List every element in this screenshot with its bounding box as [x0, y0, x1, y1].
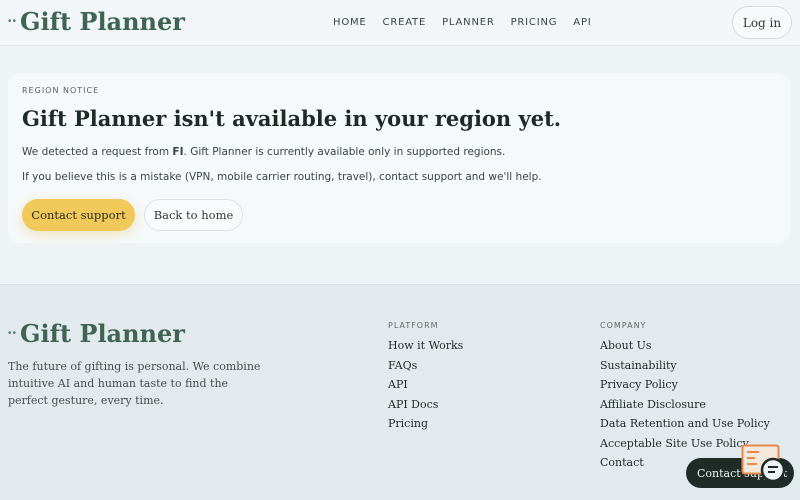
contact-support-button[interactable]: Contact support [22, 199, 135, 231]
notice-detected-suffix: . Gift Planner is currently available on… [183, 146, 506, 158]
notice-kicker: REGION NOTICE [22, 86, 100, 95]
footer-link-api-docs[interactable]: API Docs [388, 395, 463, 415]
site-footer: •• Gift Planner The future of gifting is… [0, 284, 800, 500]
footer-description: The future of gifting is personal. We co… [8, 360, 261, 407]
footer-company-heading: COMPANY [600, 321, 647, 330]
footer-link-data-retention[interactable]: Data Retention and Use Policy [600, 414, 770, 434]
logo-dots-icon: •• [8, 16, 18, 27]
main-nav: HOME CREATE PLANNER PRICING API [333, 17, 608, 28]
notice-detected-prefix: We detected a request from [22, 146, 173, 158]
footer-logo[interactable]: •• Gift Planner [8, 319, 185, 348]
footer-link-about-us[interactable]: About Us [600, 336, 770, 356]
nav-pricing[interactable]: PRICING [511, 17, 558, 28]
nav-home[interactable]: HOME [333, 17, 367, 28]
footer-logo-dots-icon: •• [8, 328, 18, 339]
footer-link-privacy-policy[interactable]: Privacy Policy [600, 375, 770, 395]
login-button[interactable]: Log in [732, 6, 792, 39]
footer-link-affiliate-disclosure[interactable]: Affiliate Disclosure [600, 395, 770, 415]
footer-platform-column: PLATFORM How it Works FAQs API API Docs … [388, 321, 463, 434]
notice-detected-text: We detected a request from FI. Gift Plan… [22, 146, 505, 158]
footer-link-sustainability[interactable]: Sustainability [600, 356, 770, 376]
footer-platform-heading: PLATFORM [388, 321, 439, 330]
site-header: •• Gift Planner HOME CREATE PLANNER PRIC… [0, 0, 800, 46]
footer-link-how-it-works[interactable]: How it Works [388, 336, 463, 356]
back-to-home-button[interactable]: Back to home [144, 199, 243, 231]
footer-link-api[interactable]: API [388, 375, 463, 395]
logo[interactable]: •• Gift Planner [8, 7, 185, 36]
footer-link-pricing[interactable]: Pricing [388, 414, 463, 434]
logo-text: Gift Planner [20, 7, 185, 36]
notice-title: Gift Planner isn't available in your reg… [22, 106, 562, 131]
nav-api[interactable]: API [573, 17, 591, 28]
nav-planner[interactable]: PLANNER [442, 17, 495, 28]
notice-region-code: FI [172, 146, 184, 158]
footer-logo-text: Gift Planner [20, 319, 185, 348]
nav-create[interactable]: CREATE [383, 17, 427, 28]
chat-support-icon[interactable] [741, 444, 791, 488]
footer-link-faqs[interactable]: FAQs [388, 356, 463, 376]
region-notice-card: REGION NOTICE Gift Planner isn't availab… [8, 73, 790, 243]
notice-help-text: If you believe this is a mistake (VPN, m… [22, 171, 542, 183]
